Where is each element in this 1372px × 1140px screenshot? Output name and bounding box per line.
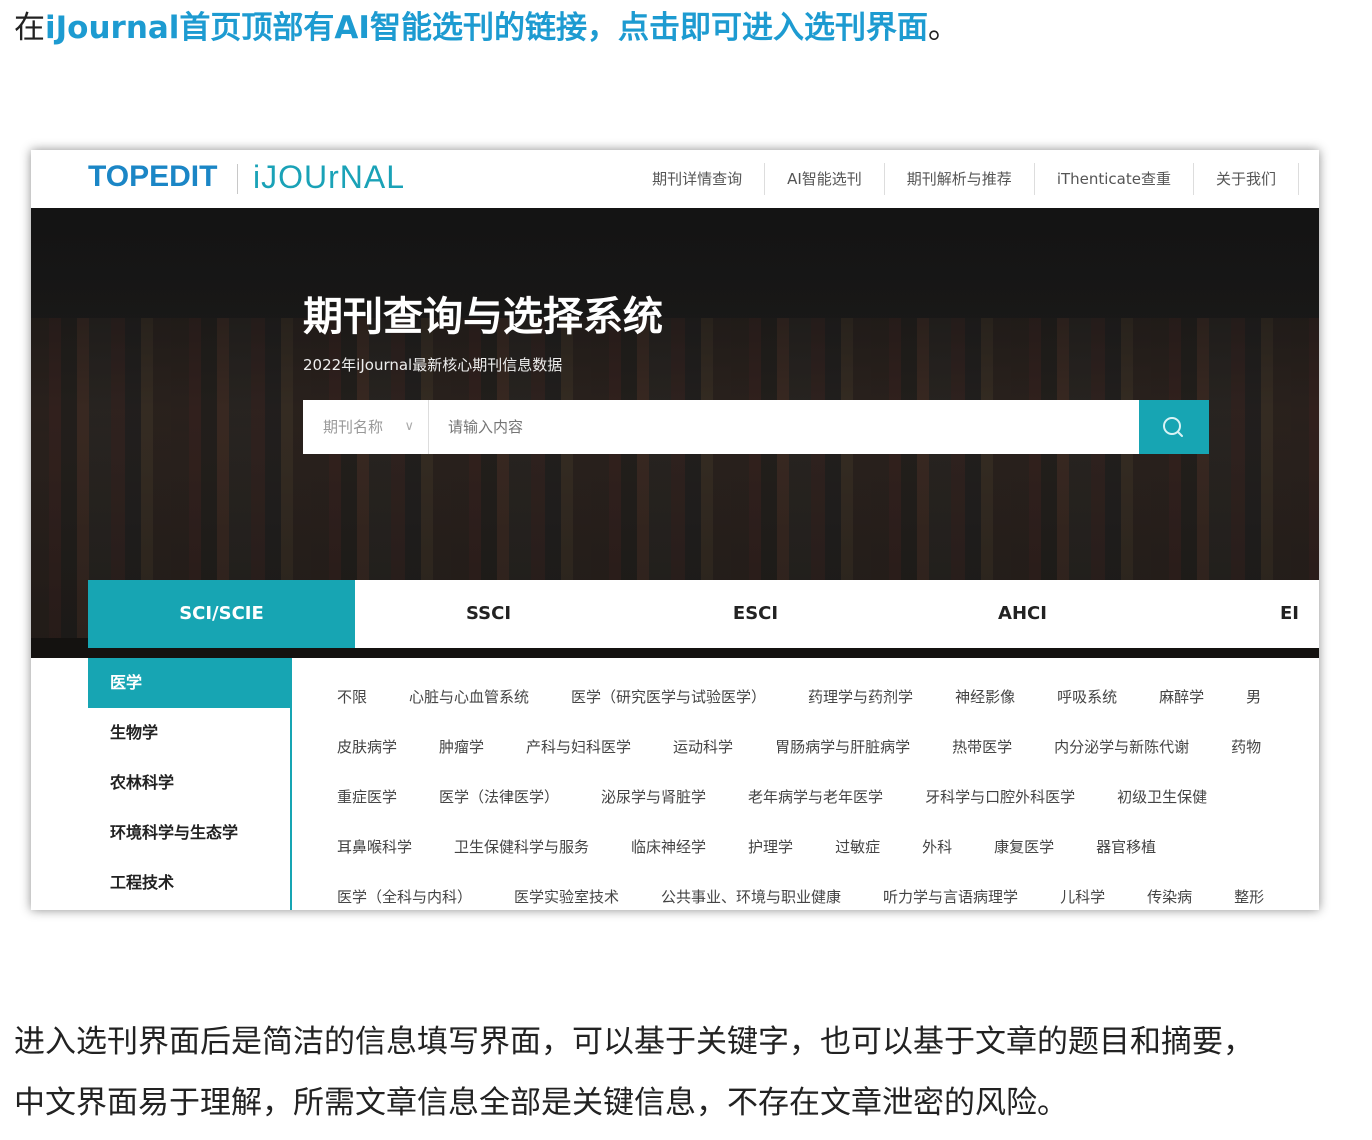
subject-link[interactable]: 药物 (1231, 722, 1261, 772)
index-tabs: SCI/SCIE SSCI ESCI AHCI EI (88, 580, 1319, 648)
search-bar: 期刊名称 ∨ (303, 400, 1209, 454)
subject-row: 耳鼻喉科学 卫生保健科学与服务 临床神经学 护理学 过敏症 外科 康复医学 器官移植 (337, 822, 1319, 872)
subject-link[interactable]: 麻醉学 (1159, 672, 1204, 722)
subject-link[interactable]: 重症医学 (337, 772, 397, 822)
site-header: TOPEDIT iJOUrNAL 期刊详情查询 AI智能选刊 期刊解析与推荐 i… (31, 150, 1319, 208)
subject-link[interactable]: 不限 (337, 672, 367, 722)
subject-link[interactable]: 产科与妇科医学 (526, 722, 631, 772)
intro-suffix: 。 (927, 10, 959, 46)
embedded-screenshot: TOPEDIT iJOUrNAL 期刊详情查询 AI智能选刊 期刊解析与推荐 i… (31, 150, 1319, 910)
intro-highlight: iJournal首页顶部有AI智能选刊的链接，点击即可进入选刊界面 (45, 10, 928, 46)
subject-link[interactable]: 公共事业、环境与职业健康 (661, 872, 841, 910)
subject-link[interactable]: 医学实验室技术 (514, 872, 619, 910)
subject-link[interactable]: 老年病学与老年医学 (748, 772, 883, 822)
subject-link[interactable]: 耳鼻喉科学 (337, 822, 412, 872)
nav-ithenticate[interactable]: iThenticate查重 (1035, 163, 1194, 195)
subject-link[interactable]: 泌尿学与肾脏学 (601, 772, 706, 822)
subject-link[interactable]: 牙科学与口腔外科医学 (925, 772, 1075, 822)
subject-link[interactable]: 内分泌学与新陈代谢 (1054, 722, 1189, 772)
nav-journal-analysis[interactable]: 期刊解析与推荐 (885, 163, 1035, 195)
nav-about[interactable]: 关于我们 (1194, 163, 1299, 195)
search-type-select[interactable]: 期刊名称 ∨ (303, 400, 429, 454)
subject-link[interactable]: 整形 (1234, 872, 1264, 910)
nav-journal-details[interactable]: 期刊详情查询 (630, 163, 766, 195)
subject-link[interactable]: 肿瘤学 (439, 722, 484, 772)
sidebar-item-agriculture[interactable]: 农林科学 (88, 758, 290, 808)
main-nav: 期刊详情查询 AI智能选刊 期刊解析与推荐 iThenticate查重 关于我们 (630, 150, 1299, 208)
search-button[interactable] (1139, 400, 1209, 454)
subject-link[interactable]: 心脏与心血管系统 (409, 672, 529, 722)
subject-link[interactable]: 儿科学 (1060, 872, 1105, 910)
outro-line-2: 中文界面易于理解，所需文章信息全部是关键信息，不存在文章泄密的风险。 (14, 1085, 1068, 1121)
topedit-logo[interactable]: TOPEDIT (88, 160, 217, 194)
subject-row: 重症医学 医学（法律医学） 泌尿学与肾脏学 老年病学与老年医学 牙科学与口腔外科医学 初级… (337, 772, 1319, 822)
subject-link[interactable]: 医学（法律医学） (439, 772, 559, 822)
logo-divider (237, 164, 238, 194)
outro-line-1: 进入选刊界面后是简洁的信息填写界面，可以基于关键字，也可以基于文章的题目和摘要， (14, 1024, 1254, 1060)
sidebar-item-engineering[interactable]: 工程技术 (88, 858, 290, 908)
subject-link[interactable]: 药理学与药剂学 (808, 672, 913, 722)
intro-prefix: 在 (14, 10, 45, 46)
hero-subtitle: 2022年iJournal最新核心期刊信息数据 (303, 356, 563, 374)
discipline-sidebar: 医学 生物学 农林科学 环境科学与生态学 工程技术 (88, 658, 292, 910)
subject-link[interactable]: 胃肠病学与肝脏病学 (775, 722, 910, 772)
hero-title: 期刊查询与选择系统 (303, 294, 663, 340)
search-input[interactable] (430, 400, 1139, 454)
subject-row: 皮肤病学 肿瘤学 产科与妇科医学 运动科学 胃肠病学与肝脏病学 热带医学 内分泌学与新陈代谢… (337, 722, 1319, 772)
tab-ei[interactable]: EI (1156, 580, 1319, 648)
outro-paragraph: 进入选刊界面后是简洁的信息填写界面，可以基于关键字，也可以基于文章的题目和摘要，… (14, 1012, 1354, 1134)
intro-paragraph: 在iJournal首页顶部有AI智能选刊的链接，点击即可进入选刊界面。 (14, 6, 1354, 50)
subject-link[interactable]: 呼吸系统 (1057, 672, 1117, 722)
subject-link[interactable]: 热带医学 (952, 722, 1012, 772)
tab-ahci[interactable]: AHCI (889, 580, 1156, 648)
tab-sci-scie[interactable]: SCI/SCIE (88, 580, 355, 648)
subject-link[interactable]: 护理学 (748, 822, 793, 872)
subject-link[interactable]: 临床神经学 (631, 822, 706, 872)
sidebar-item-environment[interactable]: 环境科学与生态学 (88, 808, 290, 858)
subject-row: 不限 心脏与心血管系统 医学（研究医学与试验医学） 药理学与药剂学 神经影像 呼吸系统 麻醉… (337, 672, 1319, 722)
subject-link[interactable]: 听力学与言语病理学 (883, 872, 1018, 910)
chevron-down-icon: ∨ (404, 419, 414, 434)
subject-link[interactable]: 器官移植 (1096, 822, 1156, 872)
subject-link[interactable]: 运动科学 (673, 722, 733, 772)
subject-link[interactable]: 康复医学 (994, 822, 1054, 872)
subject-link[interactable]: 医学（研究医学与试验医学） (571, 672, 766, 722)
tab-ssci[interactable]: SSCI (355, 580, 622, 648)
category-panel: 医学 生物学 农林科学 环境科学与生态学 工程技术 不限 心脏与心血管系统 医学（研… (31, 658, 1319, 910)
subject-link[interactable]: 医学（全科与内科） (337, 872, 472, 910)
search-type-value: 期刊名称 (323, 418, 384, 436)
sidebar-item-medicine[interactable]: 医学 (88, 658, 290, 708)
subject-link[interactable]: 卫生保健科学与服务 (454, 822, 589, 872)
subject-link[interactable]: 男 (1246, 672, 1261, 722)
subject-link[interactable]: 外科 (922, 822, 952, 872)
tab-esci[interactable]: ESCI (622, 580, 889, 648)
nav-ai-selection[interactable]: AI智能选刊 (765, 163, 885, 195)
subject-link[interactable]: 神经影像 (955, 672, 1015, 722)
subject-list: 不限 心脏与心血管系统 医学（研究医学与试验医学） 药理学与药剂学 神经影像 呼吸系统 麻醉… (337, 672, 1319, 910)
subject-link[interactable]: 皮肤病学 (337, 722, 397, 772)
subject-link[interactable]: 传染病 (1147, 872, 1192, 910)
ijournal-logo[interactable]: iJOUrNAL (253, 159, 405, 196)
subject-link[interactable]: 初级卫生保健 (1117, 772, 1207, 822)
search-icon (1163, 417, 1183, 437)
subject-link[interactable]: 过敏症 (835, 822, 880, 872)
sidebar-item-biology[interactable]: 生物学 (88, 708, 290, 758)
subject-row: 医学（全科与内科） 医学实验室技术 公共事业、环境与职业健康 听力学与言语病理学 儿科学… (337, 872, 1319, 910)
